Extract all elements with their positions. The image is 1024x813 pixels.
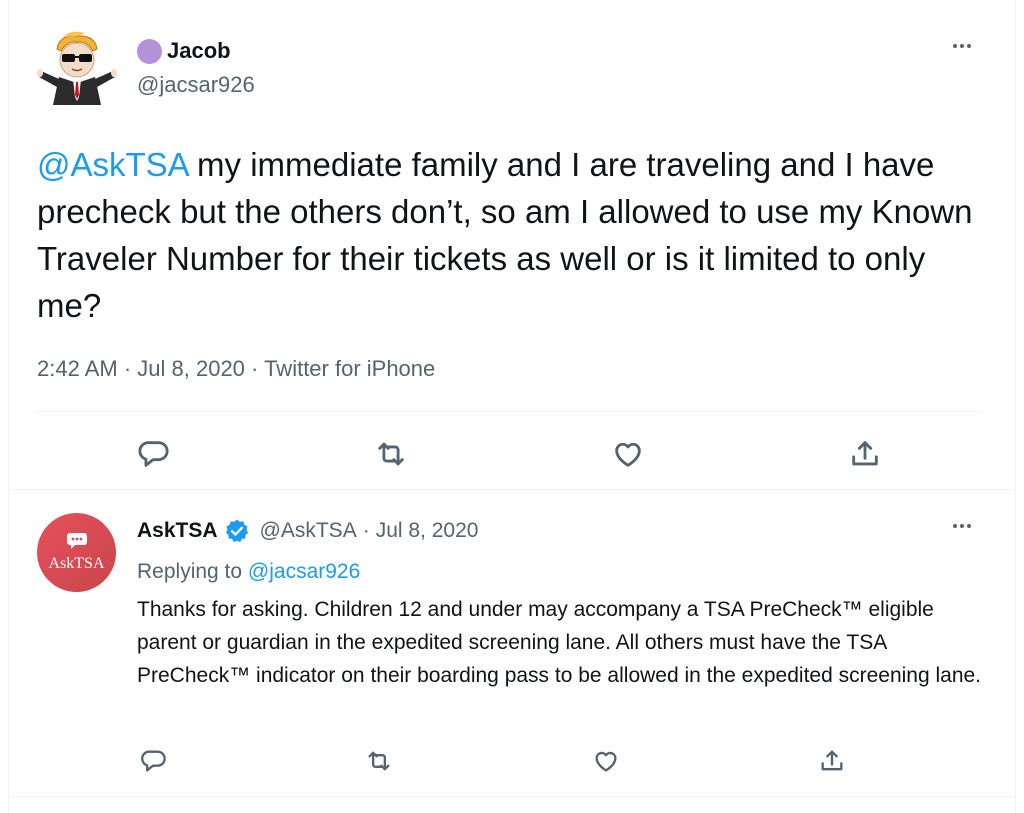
more-options-button[interactable] bbox=[949, 40, 975, 52]
timeline-frame: Jacob @jacsar926 @AskTSA my immediate fa… bbox=[8, 0, 1017, 813]
reply-button[interactable] bbox=[133, 741, 173, 781]
tweet-actions bbox=[9, 741, 1017, 781]
tweet-source[interactable]: Twitter for iPhone bbox=[264, 356, 435, 381]
like-icon bbox=[615, 442, 641, 467]
mention-link[interactable]: @AskTSA bbox=[37, 146, 188, 183]
share-icon bbox=[821, 750, 843, 771]
reply-tweet[interactable]: AskTSA AskTSA @AskTSA · Jul 8, 2020 Repl… bbox=[9, 491, 1017, 797]
retweet-button[interactable] bbox=[369, 432, 413, 476]
replying-prefix: Replying to bbox=[137, 560, 248, 583]
tweet-text: @AskTSA my immediate family and I are tr… bbox=[37, 141, 987, 329]
meta-separator: · bbox=[244, 356, 265, 381]
tweet-actions bbox=[9, 432, 1017, 476]
author-name-row[interactable]: Jacob bbox=[137, 38, 231, 64]
share-icon bbox=[852, 441, 878, 466]
tweet-date[interactable]: Jul 8, 2020 bbox=[137, 356, 245, 381]
more-dots-icon bbox=[949, 520, 975, 532]
avatar[interactable] bbox=[37, 27, 117, 107]
user-handle[interactable]: @jacsar926 bbox=[137, 72, 255, 98]
retweet-icon bbox=[378, 442, 404, 466]
share-button[interactable] bbox=[843, 432, 887, 476]
divider bbox=[37, 411, 983, 412]
display-name[interactable]: Jacob bbox=[167, 38, 231, 64]
retweet-icon bbox=[368, 751, 390, 771]
like-icon bbox=[595, 751, 617, 772]
tweet-text: Thanks for asking. Children 12 and under… bbox=[137, 598, 982, 687]
avatar-label: AskTSA bbox=[48, 555, 105, 572]
tweet-meta: 2:42 AM · Jul 8, 2020 · Twitter for iPho… bbox=[37, 356, 435, 382]
reply-header: AskTSA @AskTSA · Jul 8, 2020 bbox=[137, 518, 478, 544]
like-button[interactable] bbox=[586, 741, 626, 781]
meta-separator: · bbox=[117, 356, 138, 381]
avatar[interactable]: AskTSA bbox=[37, 513, 116, 592]
like-button[interactable] bbox=[606, 432, 650, 476]
reply-icon bbox=[141, 750, 166, 772]
display-name[interactable]: AskTSA bbox=[137, 519, 218, 543]
reply-icon bbox=[138, 441, 169, 467]
purple-circle-icon bbox=[137, 38, 162, 64]
more-dots-icon bbox=[949, 40, 975, 52]
tweet-date[interactable]: Jul 8, 2020 bbox=[376, 519, 479, 543]
reply-button[interactable] bbox=[131, 432, 175, 476]
meta-separator: · bbox=[362, 519, 370, 542]
user-handle[interactable]: @AskTSA bbox=[260, 519, 357, 543]
main-tweet: Jacob @jacsar926 @AskTSA my immediate fa… bbox=[9, 0, 1017, 490]
replying-to: Replying to @jacsar926 bbox=[137, 560, 360, 584]
mention-link[interactable]: @jacsar926 bbox=[248, 560, 360, 583]
retweet-button[interactable] bbox=[359, 741, 399, 781]
chat-bubble-icon bbox=[66, 533, 87, 549]
verified-badge-icon bbox=[225, 519, 248, 542]
tweet-time[interactable]: 2:42 AM bbox=[37, 356, 118, 381]
more-options-button[interactable] bbox=[949, 520, 975, 532]
share-button[interactable] bbox=[812, 741, 852, 781]
